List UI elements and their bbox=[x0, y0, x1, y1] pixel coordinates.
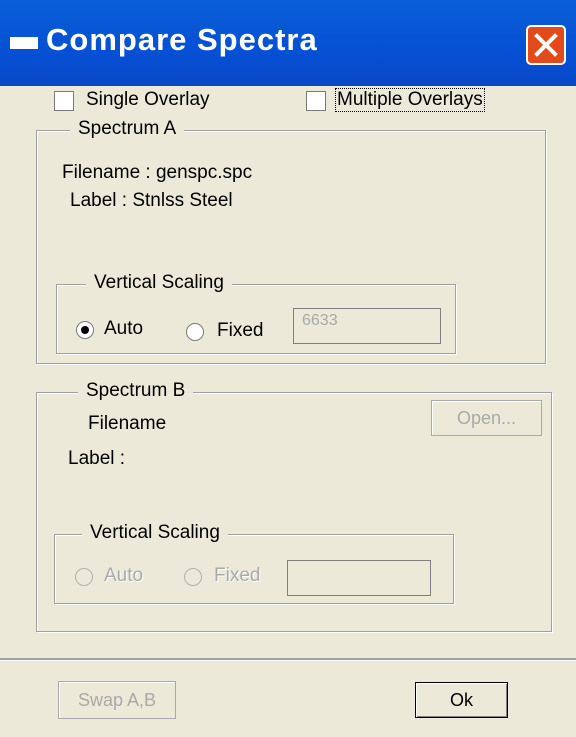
multiple-overlays-label[interactable]: Multiple Overlays bbox=[335, 88, 485, 112]
spectrum-a-label: Label : Stnlss Steel bbox=[70, 190, 233, 211]
open-button[interactable]: Open... bbox=[431, 400, 542, 436]
spectrum-b-fixed-label[interactable]: Fixed bbox=[214, 565, 260, 587]
spectrum-a-title: Spectrum A bbox=[70, 118, 185, 140]
close-button[interactable] bbox=[526, 25, 566, 65]
spectrum-b-filename: Filename bbox=[88, 413, 167, 434]
spectrum-b-auto-radio[interactable] bbox=[75, 568, 93, 586]
spectrum-b-title: Spectrum B bbox=[78, 380, 194, 402]
multiple-overlays-checkbox[interactable] bbox=[306, 91, 326, 111]
spectrum-a-fixed-value-field[interactable]: 6633 bbox=[293, 308, 441, 344]
spectrum-b-label: Label : bbox=[68, 448, 126, 469]
title-bar[interactable]: Compare Spectra bbox=[0, 0, 576, 86]
single-overlay-checkbox[interactable] bbox=[54, 91, 74, 111]
spectrum-a-fixed-label[interactable]: Fixed bbox=[217, 320, 263, 342]
spectrum-a-auto-radio[interactable] bbox=[76, 321, 94, 339]
spectrum-b-auto-label[interactable]: Auto bbox=[104, 565, 143, 587]
ok-button[interactable]: Ok bbox=[415, 682, 508, 718]
window-title: Compare Spectra bbox=[46, 22, 318, 57]
spectrum-b-fixed-radio[interactable] bbox=[184, 568, 202, 586]
compare-spectra-dialog: Compare Spectra Single Overlay Multiple … bbox=[0, 0, 576, 737]
spectrum-a-filename: Filename : genspc.spc bbox=[62, 162, 253, 183]
dialog-client-area: Single Overlay Multiple Overlays Spectru… bbox=[0, 86, 576, 737]
swap-ab-button[interactable]: Swap A,B bbox=[58, 681, 176, 719]
spectrum-a-auto-label[interactable]: Auto bbox=[104, 318, 143, 340]
single-overlay-label[interactable]: Single Overlay bbox=[86, 89, 210, 111]
footer-separator bbox=[0, 658, 576, 661]
window-icon[interactable] bbox=[10, 37, 38, 49]
spectrum-a-fixed-radio[interactable] bbox=[186, 323, 204, 341]
spectrum-a-vertical-scaling-title: Vertical Scaling bbox=[86, 272, 232, 294]
spectrum-b-vertical-scaling-title: Vertical Scaling bbox=[82, 522, 228, 544]
close-icon bbox=[534, 33, 558, 57]
spectrum-b-fixed-value-field[interactable] bbox=[287, 560, 431, 596]
